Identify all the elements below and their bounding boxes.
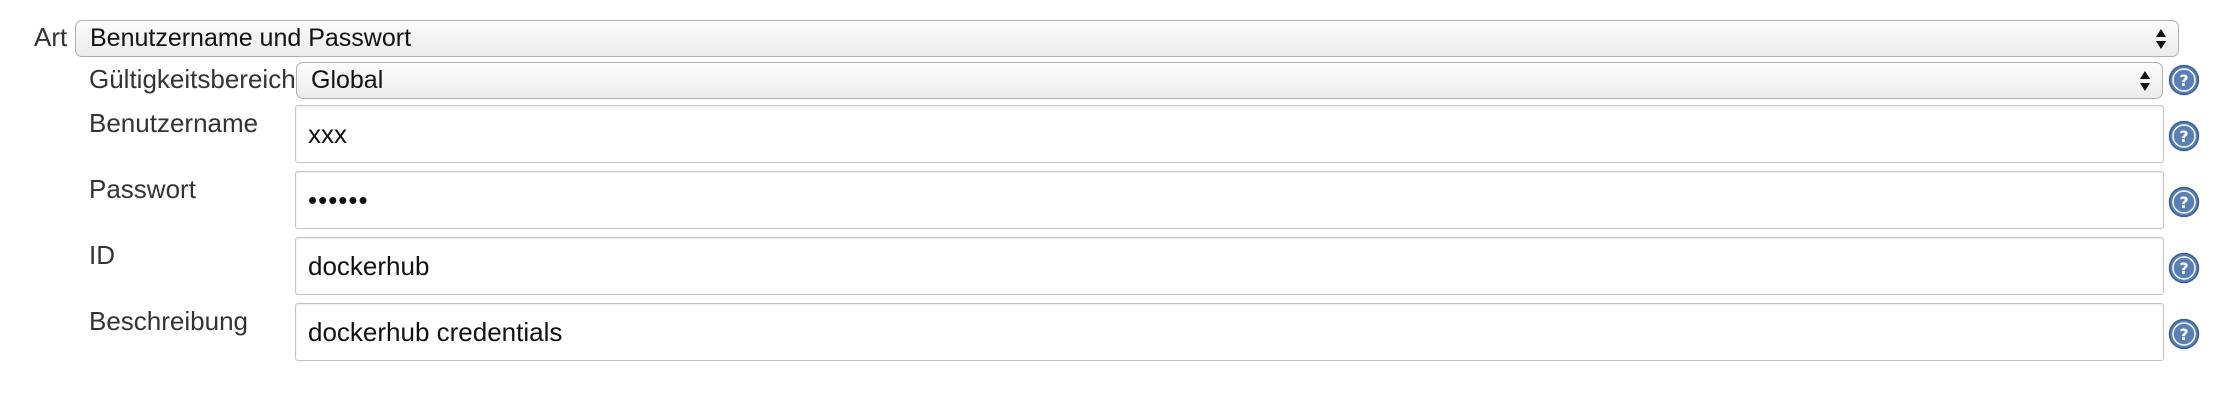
password-input[interactable]: •••••• xyxy=(295,171,2164,229)
description-input[interactable]: dockerhub credentials xyxy=(295,303,2164,361)
kind-select[interactable]: Benutzername und Passwort xyxy=(75,20,2179,57)
id-input[interactable]: dockerhub xyxy=(295,237,2164,295)
help-icon[interactable]: ? xyxy=(2168,64,2200,96)
help-icon[interactable]: ? xyxy=(2168,252,2200,284)
updown-arrows-icon xyxy=(2140,71,2150,91)
kind-select-value: Benutzername und Passwort xyxy=(90,24,412,52)
updown-arrows-icon xyxy=(2156,29,2166,49)
svg-text:?: ? xyxy=(2179,127,2188,146)
password-label: Passwort xyxy=(89,174,196,204)
scope-select-value: Global xyxy=(311,66,384,94)
scope-select[interactable]: Global xyxy=(296,62,2163,99)
svg-text:?: ? xyxy=(2179,325,2188,344)
description-label: Beschreibung xyxy=(89,306,248,336)
username-label: Benutzername xyxy=(89,108,259,138)
help-icon[interactable]: ? xyxy=(2168,318,2200,350)
username-input[interactable]: xxx xyxy=(295,105,2164,163)
help-icon[interactable]: ? xyxy=(2168,186,2200,218)
svg-text:?: ? xyxy=(2179,71,2188,90)
kind-label: Art xyxy=(34,22,68,52)
help-icon[interactable]: ? xyxy=(2168,120,2200,152)
id-label: ID xyxy=(89,240,115,270)
scope-label: Gültigkeitsbereich xyxy=(89,64,296,94)
svg-text:?: ? xyxy=(2179,259,2188,278)
svg-text:?: ? xyxy=(2179,193,2188,212)
